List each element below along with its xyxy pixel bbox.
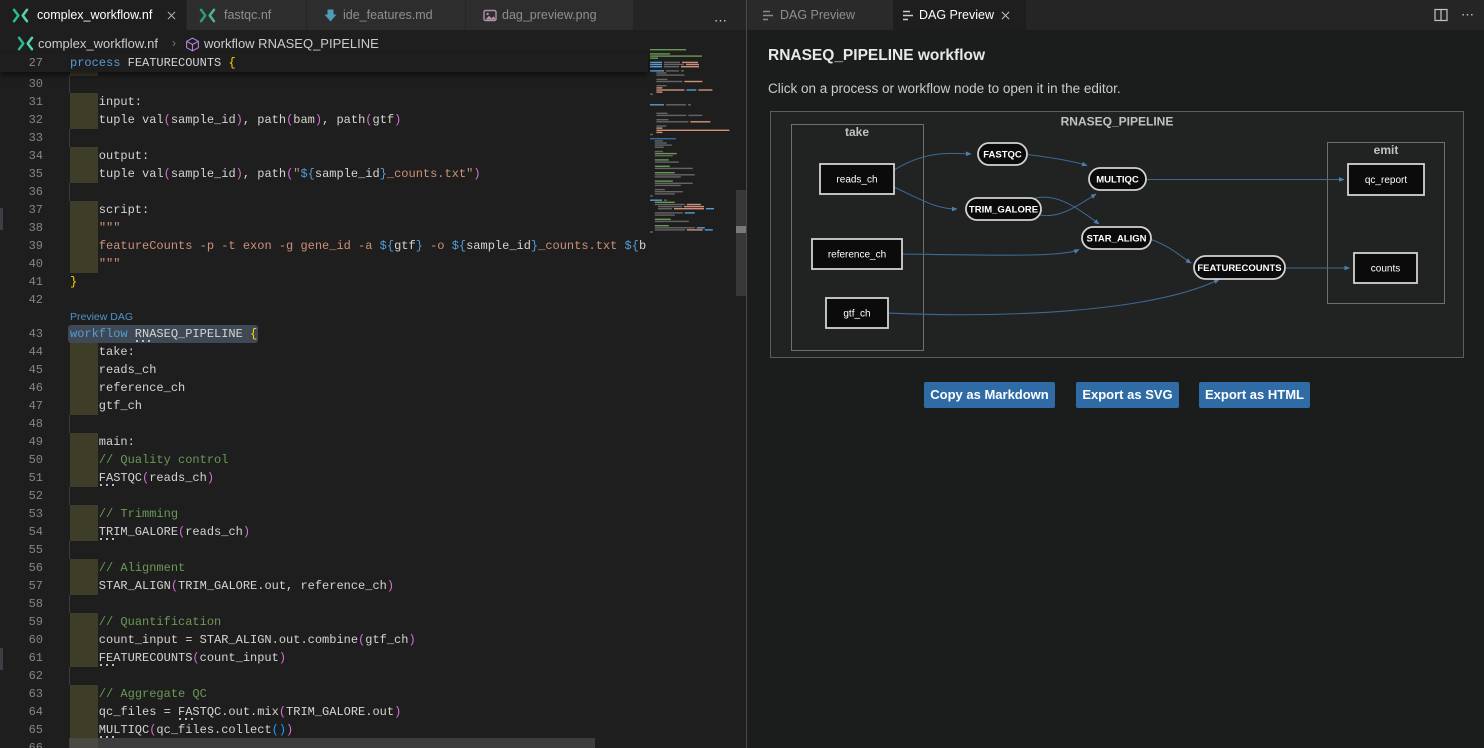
svg-text:RNASEQ_PIPELINE: RNASEQ_PIPELINE [1061,115,1174,129]
svg-text:reads_ch: reads_ch [836,175,877,186]
svg-text:FASTQC: FASTQC [983,150,1022,161]
svg-text:reference_ch: reference_ch [828,250,886,261]
svg-text:counts: counts [1371,264,1400,275]
svg-text:take: take [845,125,869,139]
svg-text:emit: emit [1374,143,1399,157]
svg-text:TRIM_GALORE: TRIM_GALORE [969,205,1038,216]
svg-text:qc_report: qc_report [1365,175,1407,186]
svg-text:FEATURECOUNTS: FEATURECOUNTS [1197,263,1281,274]
svg-text:MULTIQC: MULTIQC [1096,175,1139,186]
svg-text:gtf_ch: gtf_ch [843,309,870,320]
svg-text:STAR_ALIGN: STAR_ALIGN [1087,234,1147,245]
